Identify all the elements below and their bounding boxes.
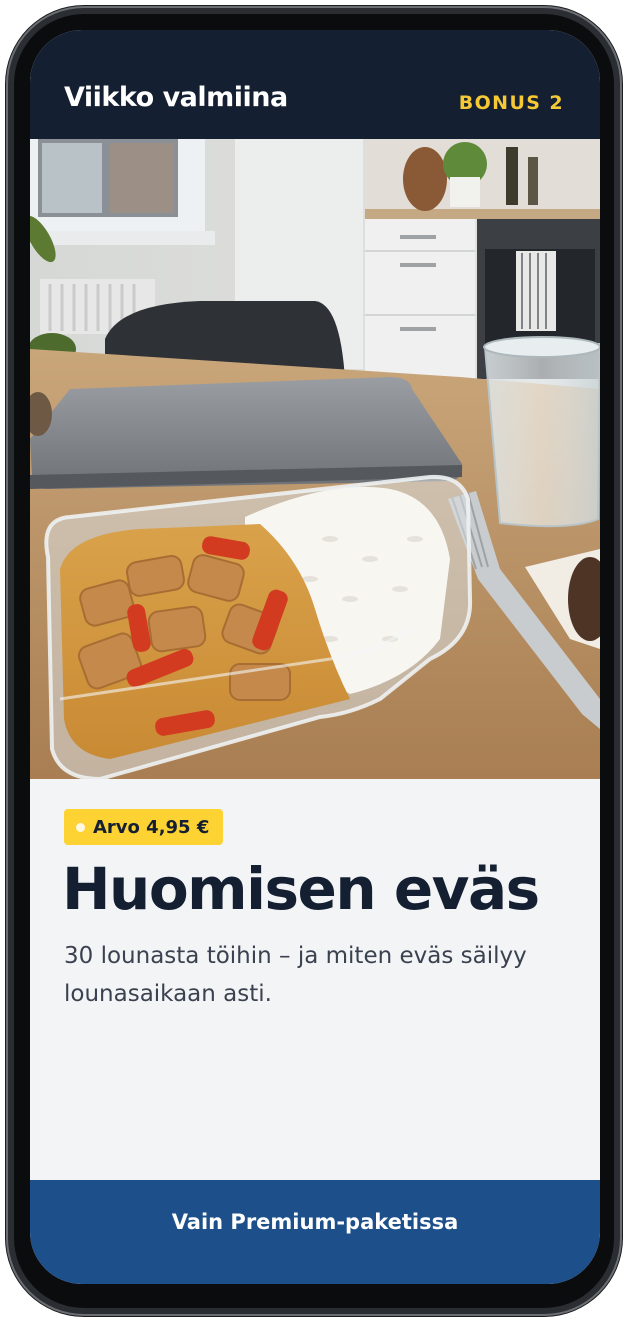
- screen: Viikko valmiina BONUS 2 Arvo 4,95 € Huom…: [30, 30, 600, 1284]
- offer-content: Arvo 4,95 € Huomisen eväs 30 lounasta tö…: [30, 779, 600, 1180]
- meal-photo-illustration: [30, 139, 600, 779]
- value-badge-label: Arvo 4,95 €: [93, 816, 210, 838]
- offer-description: 30 lounasta töihin – ja miten eväs säily…: [64, 943, 527, 1007]
- premium-cta-button[interactable]: Vain Premium-paketissa: [30, 1180, 600, 1284]
- brand-title: Viikko valmiina: [64, 82, 288, 113]
- premium-cta-label: Vain Premium-paketissa: [171, 1210, 459, 1234]
- offer-title: Huomisen eväs: [62, 855, 540, 923]
- value-badge: Arvo 4,95 €: [64, 809, 224, 845]
- hero-image: [30, 139, 600, 779]
- app-header: Viikko valmiina BONUS 2: [30, 30, 600, 139]
- bonus-label: BONUS 2: [458, 92, 564, 114]
- dot-icon: [76, 822, 85, 832]
